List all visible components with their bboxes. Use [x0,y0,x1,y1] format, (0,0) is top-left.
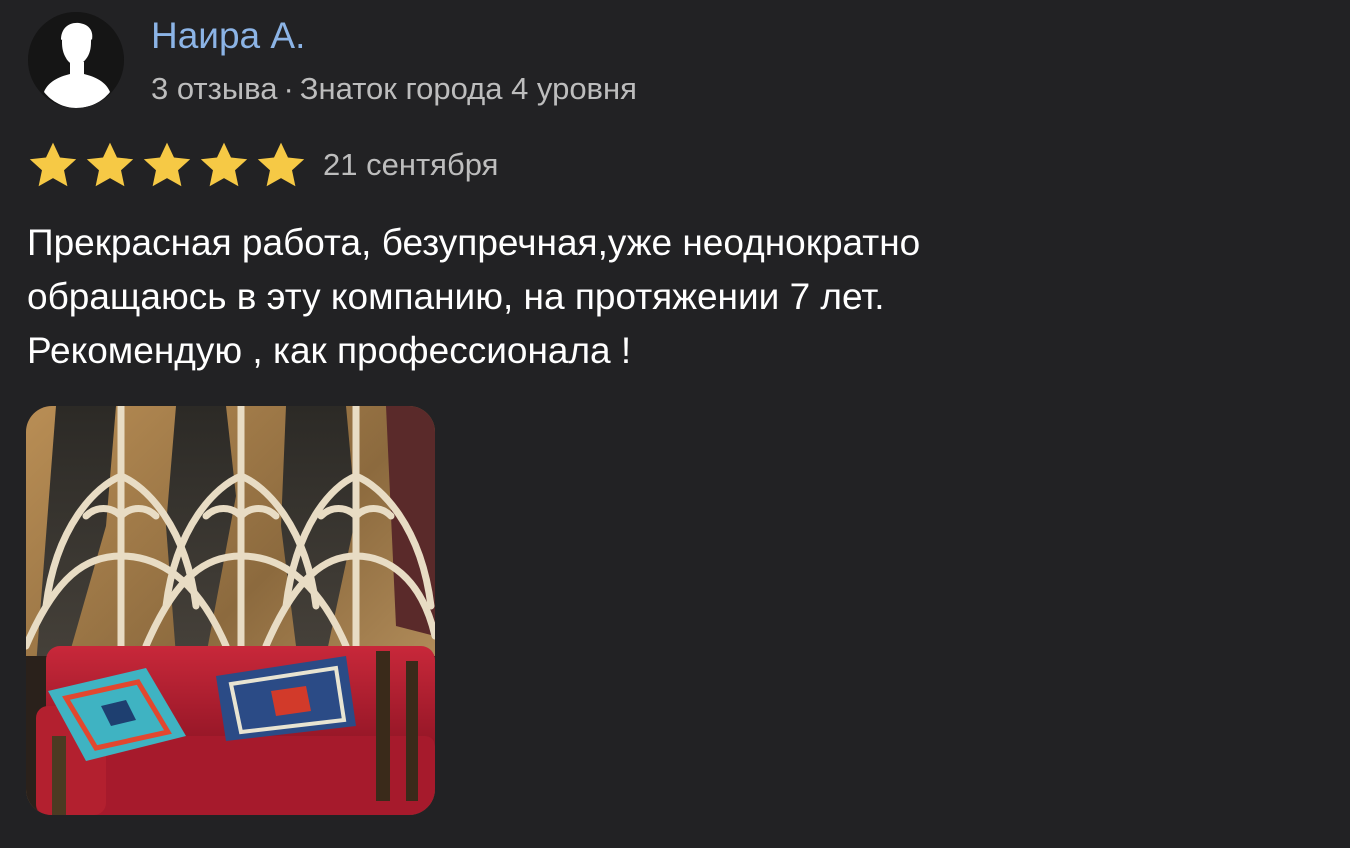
review-card: Наира А. 3 отзыва · Знаток города 4 уровня… [0,0,1350,848]
review-date: 21 сентября [323,147,499,182]
author-name[interactable]: Наира А. [151,12,305,60]
star-icon [29,142,77,187]
expert-level[interactable]: Знаток города 4 уровня [300,71,637,106]
author-meta: 3 отзыва · Знаток города 4 уровня [151,69,637,109]
star-icon [143,142,191,187]
photo-image [26,406,435,815]
review-photo[interactable] [26,406,435,815]
star-icon [86,142,134,187]
user-silhouette-icon [28,12,124,108]
review-text: Прекрасная работа, безупречная,уже неодн… [27,222,921,371]
author-avatar[interactable] [28,12,124,108]
star-rating [26,139,308,193]
meta-separator: · [283,71,294,106]
star-icon [200,142,248,187]
reviews-count[interactable]: 3 отзыва [151,71,277,106]
star-icon [257,142,305,187]
